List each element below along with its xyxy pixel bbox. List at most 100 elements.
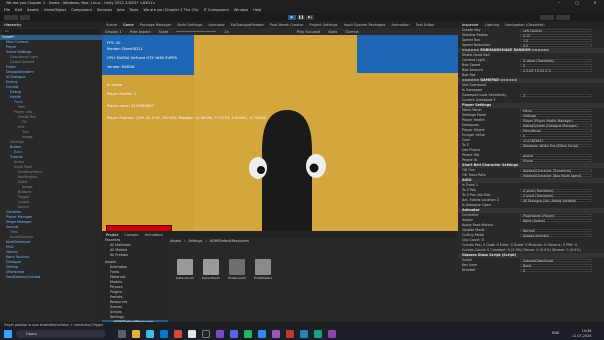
unity-editor-icon[interactable] [202,330,210,338]
menu-assets[interactable]: Assets [27,8,39,12]
menu-help[interactable]: Help [253,8,261,12]
field-value-input[interactable]: DialogSystem (Dialogue Manager) [520,124,592,128]
display-dropdown[interactable]: Display 1 [105,30,122,34]
scale-slider[interactable] [176,31,217,32]
cloud-icon[interactable] [20,14,30,20]
gizmos-toggle[interactable]: Gizmos [345,30,358,34]
spotify-icon[interactable] [244,330,252,338]
asset-tile[interactable]: HDRenderPipeline... [228,259,246,280]
tab-package-manager[interactable]: Package Manager [140,23,172,27]
field-value-input[interactable]: 3 [520,94,592,98]
tab-project[interactable]: Project [106,233,118,237]
media-icon[interactable] [286,330,294,338]
play-focused-toggle[interactable]: Play Focused [297,30,320,34]
field-value-input[interactable]: Z pivot (Transform) [520,189,592,193]
menu-component[interactable]: Component [71,8,92,12]
app-icon[interactable] [272,330,280,338]
field-value-input[interactable]: MenuPause [520,129,592,133]
field-value-input[interactable]: 1.5 [520,39,592,43]
tab-text-editor[interactable]: Text Editor [416,23,435,27]
stats-toggle[interactable]: Stats [328,30,337,34]
game-canvas[interactable]: FPS: 40 Render: Direct3D11 GPU: NVIDIA G… [102,35,458,240]
taskbar-clock[interactable]: 14:36 11.07.2025 [572,329,591,339]
account-button[interactable] [4,14,18,20]
pause-button[interactable]: ❚❚ [297,14,305,20]
field-value-input[interactable]: 0 [520,269,592,273]
tab-scene[interactable]: Scene [106,23,117,27]
field-value-input[interactable]: 5 [520,64,592,68]
step-button[interactable]: ▶| [306,14,314,20]
tab-exdialoguereader[interactable]: ExDialogueReader [231,23,264,27]
breadcrumb-item[interactable]: Assets [170,239,181,244]
tab-game[interactable]: Game [123,23,134,27]
field-value-input[interactable]: Menu [520,109,592,113]
tab-post-reset-creator[interactable]: Post-Reset Creator [270,23,303,27]
field-value-input[interactable]: Normal [520,229,592,233]
file-explorer-icon[interactable] [132,330,140,338]
field-value-input[interactable]: A stone (Transform) [520,59,592,63]
field-value-input[interactable]: Settings [520,114,592,118]
field-value-input[interactable]: Always Animate [520,234,592,238]
telegram-icon[interactable] [258,330,266,338]
layers-dropdown[interactable] [540,14,554,20]
menu-window[interactable]: Window [234,8,248,12]
tab-lighting[interactable]: Lighting [485,23,500,27]
field-value-input[interactable]: Player (Player Health Manager) [520,119,592,123]
tab-animation[interactable]: Animation [145,233,163,237]
discord-icon[interactable] [230,330,238,338]
field-value-input[interactable]: Z pivot (Transform) [520,194,592,198]
taskbar-search-input[interactable]: Поиск [16,330,106,338]
unity-hub-icon[interactable] [188,330,196,338]
field-value-input[interactable]: 0.15 [520,34,592,38]
field-value-input[interactable]: Phone [520,159,592,163]
task-view-icon[interactable] [118,330,126,338]
field-value-input[interactable]: None (Avatar) [520,219,592,223]
aspect-dropdown[interactable]: Free Aspect [130,30,151,34]
keyboard-language[interactable]: ENG [552,331,559,335]
tab-input-system-packages[interactable]: Input System Packages [344,23,386,27]
tab-animator[interactable]: Animator [208,23,225,27]
tool-icon[interactable] [314,330,322,338]
windows-start-icon[interactable] [4,330,12,338]
menu-tools[interactable]: Tools [130,8,139,12]
asset-tile[interactable]: DefaultSettings... [202,259,220,280]
field-value-input[interactable]: PlayerAnim (Player) [520,214,592,218]
code-icon[interactable] [300,330,308,338]
breadcrumb-item[interactable]: Settings [188,239,202,244]
field-value-input[interactable]: HoldballCharacter (Box Mode Agent) [520,174,592,178]
tab-navigation-obsolete[interactable]: Navigation (Obsolete) [505,23,544,27]
menu-it-component[interactable]: IT Component [204,8,229,12]
field-value-input[interactable]: HoldballCharacter (Transform) [520,169,592,173]
breadcrumb-item[interactable]: HDRPDefaultResources [210,239,249,244]
tab-console[interactable]: Console [124,233,138,237]
hierarchy-search-input[interactable]: All [2,29,100,34]
asset-tile[interactable]: DefaultLookDev... [176,259,194,280]
field-value-input[interactable]: All Dialogue (Act. dialog Variable) [520,199,592,203]
field-value-input[interactable]: GlassesGlassScript [520,259,592,263]
favorites-item[interactable]: All Prefabs [102,253,168,258]
menu-gameobject[interactable]: GameObject [44,8,66,12]
play-button[interactable]: ▶ [288,14,296,20]
menu-services[interactable]: Services [97,8,112,12]
asset-tile[interactable]: HDRPDefaultS... [254,259,272,280]
tab-build-settings[interactable]: Build Settings [177,23,202,27]
tab-project-settings[interactable]: Project Settings [309,23,337,27]
layout-dropdown[interactable] [556,14,570,20]
visual-studio-icon[interactable] [216,330,224,338]
menu-edit[interactable]: Edit [15,8,22,12]
menu-jobs[interactable]: Jobs [117,8,124,12]
field-value-input[interactable]: Left Control [520,29,592,33]
edge-icon[interactable] [146,330,154,338]
tab-hierarchy[interactable]: Hierarchy [4,23,21,27]
field-value-input[interactable]: None [520,264,592,268]
field-value-input[interactable]: 2147483647 [520,139,592,143]
menu-we-are-you-chapter-2-the-city[interactable]: We are you Chapter 2 The City [143,8,198,12]
field-value-input[interactable]: Windows: White Fire (Effect Script) [520,144,592,148]
field-value-input[interactable]: X 0.05 Y 0.05 Z 0 [520,69,592,73]
tab-inspector[interactable]: Inspector [462,23,479,27]
field-value-input[interactable]: 0.5 [520,44,592,48]
field-value-input[interactable]: phone [520,154,592,158]
menu-file[interactable]: File [4,8,10,12]
field-value-input[interactable]: 0 [520,134,592,138]
tab-animation[interactable]: Animation [391,23,409,27]
